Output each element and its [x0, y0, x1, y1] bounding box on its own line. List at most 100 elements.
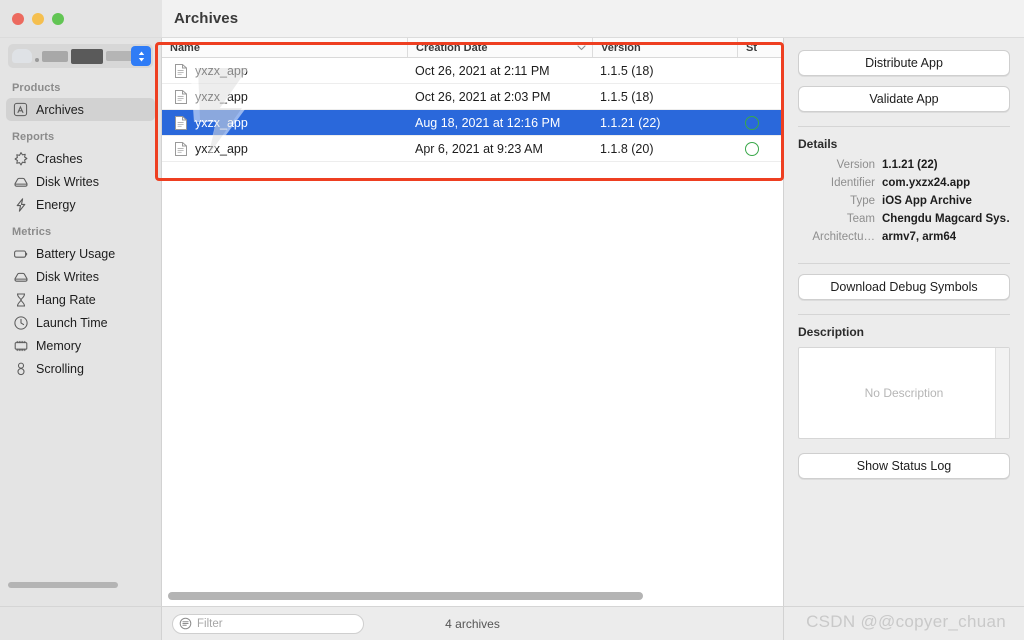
validate-app-button[interactable]: Validate App — [798, 86, 1010, 112]
cell-version: 1.1.5 (18) — [600, 89, 654, 104]
cell-version: 1.1.8 (20) — [600, 141, 654, 156]
detail-value: iOS App Archive — [882, 195, 972, 207]
column-header-version[interactable]: Version — [592, 38, 737, 57]
chevron-updown-icon[interactable] — [131, 46, 151, 66]
upload-status-icon — [745, 115, 759, 130]
detail-label: Team — [846, 213, 875, 225]
cell-creation-date: Apr 6, 2021 at 9:23 AM — [415, 141, 543, 156]
cell-name: yxzx_app — [162, 84, 407, 109]
titlebar-main: Archives — [162, 0, 1024, 37]
close-button[interactable] — [12, 12, 24, 25]
sidebar-item-energy[interactable]: Energy — [6, 193, 155, 216]
description-textarea[interactable]: No Description — [798, 347, 1010, 439]
crash-star-icon — [12, 150, 29, 167]
column-header-creation-date[interactable]: Creation Date — [407, 38, 592, 57]
detail-team: Team Chengdu Magcard Sys… — [798, 213, 1010, 225]
table-horizontal-scrollbar[interactable] — [168, 592, 777, 600]
scheme-selector[interactable] — [8, 44, 153, 68]
bottom-bar-sidebar-area — [0, 607, 162, 640]
chevron-down-icon — [577, 42, 586, 54]
sidebar-item-label: Battery Usage — [36, 246, 116, 261]
scrollbar-thumb[interactable] — [168, 592, 644, 600]
sidebar-item-disk-writes-metrics[interactable]: Disk Writes — [6, 265, 155, 288]
table-row[interactable]: yxzx_app Oct 26, 2021 at 2:11 PM 1.1.5 (… — [162, 58, 783, 84]
document-icon — [174, 115, 188, 131]
table-header-row: Name Creation Date Version St — [162, 38, 783, 58]
detail-identifier: Identifier com.yxzx24.app — [798, 177, 1010, 189]
column-header-status[interactable]: St — [737, 38, 783, 57]
disk-icon — [12, 173, 29, 190]
sidebar-item-launch-time[interactable]: Launch Time — [6, 311, 155, 334]
bottom-bar-inspector-area — [784, 607, 1024, 640]
sidebar-section-metrics: Metrics — [12, 226, 52, 238]
document-icon — [174, 89, 188, 105]
bottom-bar-center: Filter 4 archives — [162, 607, 784, 640]
cell-creation-date: Oct 26, 2021 at 2:03 PM — [415, 89, 551, 104]
archive-name: yxzx_app — [195, 63, 248, 78]
column-header-name[interactable]: Name — [162, 38, 407, 57]
clock-icon — [12, 314, 29, 331]
table-row[interactable]: yxzx_app Apr 6, 2021 at 9:23 AM 1.1.8 (2… — [162, 136, 783, 162]
sidebar-item-memory[interactable]: Memory — [6, 334, 155, 357]
sidebar-item-label: Launch Time — [36, 315, 108, 330]
sidebar-item-label: Memory — [36, 338, 82, 353]
cell-status — [737, 58, 783, 83]
redacted-account-name — [12, 47, 136, 65]
detail-value: com.yxzx24.app — [882, 177, 971, 189]
window-controls[interactable] — [12, 12, 64, 25]
sidebar-item-label: Disk Writes — [36, 269, 99, 284]
sidebar-item-scrolling[interactable]: Scrolling — [6, 357, 155, 380]
archive-name: yxzx_app — [195, 141, 248, 156]
cell-name: yxzx_app — [162, 58, 407, 83]
sidebar-item-label: Archives — [36, 102, 84, 117]
sidebar-item-archives[interactable]: Archives — [6, 98, 155, 121]
description-scrollbar[interactable] — [995, 348, 1009, 438]
sidebar-item-label: Scrolling — [36, 361, 84, 376]
window-body: Products Archives Reports Crashes Disk W… — [0, 38, 1024, 606]
filter-icon — [179, 617, 192, 630]
divider — [798, 314, 1010, 315]
detail-value: Chengdu Magcard Sys… — [882, 213, 1010, 225]
page-title: Archives — [174, 10, 239, 27]
description-section-title: Description — [798, 325, 865, 339]
detail-label: Type — [850, 195, 875, 207]
filter-input[interactable]: Filter — [172, 613, 364, 634]
table-row[interactable]: yxzx_app Aug 18, 2021 at 12:16 PM 1.1.21… — [162, 110, 783, 136]
archive-name: yxzx_app — [195, 89, 248, 104]
sidebar-item-label: Crashes — [36, 151, 83, 166]
show-status-log-button[interactable]: Show Status Log — [798, 453, 1010, 479]
upload-status-icon — [745, 141, 759, 156]
titlebar-left — [0, 0, 162, 37]
bottom-bar: Filter 4 archives — [0, 606, 1024, 640]
sidebar-item-label: Hang Rate — [36, 292, 96, 307]
cell-version: 1.1.21 (22) — [600, 115, 661, 130]
memory-chip-icon — [12, 337, 29, 354]
cell-status — [737, 110, 783, 135]
zoom-button[interactable] — [52, 12, 64, 25]
cell-name: yxzx_app — [162, 136, 407, 161]
cell-creation-date: Aug 18, 2021 at 12:16 PM — [415, 115, 561, 130]
detail-label: Identifier — [830, 177, 875, 189]
detail-label: Architectu… — [812, 231, 875, 243]
details-section-title: Details — [798, 137, 838, 151]
minimize-button[interactable] — [32, 12, 44, 25]
sidebar-item-hang-rate[interactable]: Hang Rate — [6, 288, 155, 311]
table-row[interactable]: yxzx_app Oct 26, 2021 at 2:03 PM 1.1.5 (… — [162, 84, 783, 110]
distribute-app-button[interactable]: Distribute App — [798, 50, 1010, 76]
sidebar-item-battery-usage[interactable]: Battery Usage — [6, 242, 155, 265]
hourglass-icon — [12, 291, 29, 308]
cell-status — [737, 84, 783, 109]
sidebar-item-crashes[interactable]: Crashes — [6, 147, 155, 170]
sidebar-horizontal-scrollbar[interactable] — [8, 582, 118, 588]
download-debug-symbols-button[interactable]: Download Debug Symbols — [798, 274, 1010, 300]
detail-version: Version 1.1.21 (22) — [798, 159, 1010, 171]
sidebar-section-products: Products — [12, 82, 61, 94]
sidebar-item-label: Energy — [36, 197, 76, 212]
detail-value: armv7, arm64 — [882, 231, 957, 243]
description-placeholder: No Description — [864, 386, 944, 400]
archive-box-icon — [12, 101, 29, 118]
sidebar-item-disk-writes-reports[interactable]: Disk Writes — [6, 170, 155, 193]
filter-placeholder: Filter — [197, 617, 223, 630]
sidebar-item-label: Disk Writes — [36, 174, 99, 189]
sidebar-section-reports: Reports — [12, 131, 55, 143]
